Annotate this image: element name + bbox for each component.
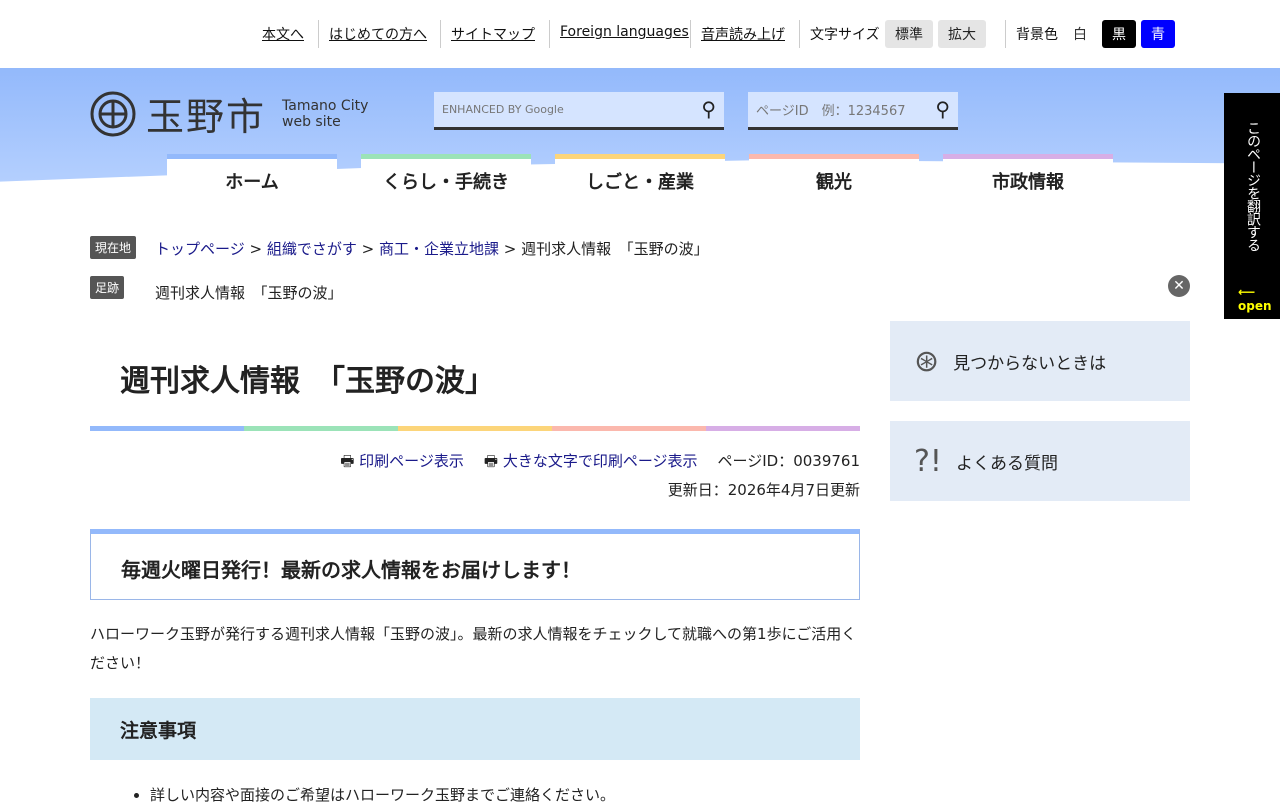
printer-icon: 🖶 — [483, 452, 499, 470]
page-title: 週刊求人情報 「玉野の波」 — [120, 364, 495, 399]
bg-white-button[interactable]: 白 — [1066, 20, 1094, 48]
not-found-button[interactable]: ⊛ 見つからないときは — [890, 321, 1190, 401]
page-tools: 🖶 印刷ページ表示 🖶 大きな文字で印刷ページ表示 ページID：0039761 — [340, 450, 860, 476]
site-logo[interactable]: 玉野市 Tamano City web site — [90, 86, 368, 141]
lead-heading: 毎週火曜日発行！最新の求人情報をお届けします！ — [90, 529, 860, 600]
section-heading: 注意事項 — [90, 698, 860, 760]
city-emblem-icon — [90, 91, 136, 136]
breadcrumb-organization[interactable]: 組織でさがす — [267, 240, 357, 258]
divider — [690, 20, 691, 48]
faq-icon: ?! — [914, 443, 942, 479]
body-text: ハローワーク玉野が発行する週刊求人情報「玉野の波」。最新の求人情報をチェックして… — [90, 625, 857, 672]
list-item: 詳しい内容や面接のご希望はハローワーク玉野までご連絡ください。 — [150, 784, 615, 805]
font-size-label: 文字サイズ — [810, 27, 880, 43]
nav-home[interactable]: ホーム — [167, 154, 337, 196]
nav-city-info[interactable]: 市政情報 — [943, 154, 1113, 196]
breadcrumb: トップページ > 組織でさがす > 商工・企業立地課 > 週刊求人情報 「玉野の… — [155, 240, 709, 258]
nav-tourism[interactable]: 観光 — [749, 154, 919, 196]
utility-bar: 本文へ はじめての方へ サイトマップ Foreign languages 音声読… — [0, 0, 1280, 68]
breadcrumb-department[interactable]: 商工・企業立地課 — [379, 240, 499, 258]
search-icon[interactable]: ⚲ — [701, 97, 716, 121]
translate-panel[interactable]: このページを翻訳する ⟵ open — [1224, 93, 1280, 319]
bg-color-label: 背景色 — [1016, 27, 1058, 43]
printer-icon: 🖶 — [340, 452, 355, 470]
page-id-input[interactable]: ページID 例：1234567 ⚲ — [748, 92, 958, 130]
font-large-button[interactable]: 拡大 — [938, 20, 986, 48]
notice-list: 詳しい内容や面接のご希望はハローワーク玉野までご連絡ください。 — [150, 784, 615, 805]
bg-blue-button[interactable]: 青 — [1141, 20, 1175, 48]
font-standard-button[interactable]: 標準 — [885, 20, 933, 48]
title-underline — [90, 426, 860, 431]
divider — [799, 20, 800, 48]
print-large-link[interactable]: 大きな文字で印刷ページ表示 — [503, 452, 698, 470]
search-icon[interactable]: ⚲ — [935, 97, 950, 121]
foreign-languages-link[interactable]: Foreign languages — [560, 24, 689, 40]
faq-button[interactable]: ?! よくある質問 — [890, 421, 1190, 501]
divider — [318, 20, 319, 48]
search-help-icon: ⊛ — [914, 343, 940, 379]
print-link[interactable]: 印刷ページ表示 — [359, 452, 464, 470]
google-search-input[interactable]: ENHANCED BY Google ⚲ — [434, 92, 724, 130]
footprint-item[interactable]: 週刊求人情報 「玉野の波」 — [155, 282, 343, 303]
current-location-tag: 現在地 — [90, 236, 137, 259]
skip-link[interactable]: 本文へ — [262, 24, 304, 44]
page-id: ページID：0039761 — [717, 452, 860, 470]
beginners-link[interactable]: はじめての方へ — [329, 24, 427, 44]
translate-label: このページを翻訳する — [1245, 121, 1261, 251]
updated-date: 更新日：2026年4月7日更新 — [667, 481, 860, 499]
divider — [440, 20, 441, 48]
divider — [1005, 20, 1006, 48]
sitemap-link[interactable]: サイトマップ — [451, 24, 535, 44]
logo-text: 玉野市 — [146, 95, 267, 139]
footprint-tag: 足跡 — [90, 276, 125, 299]
close-icon[interactable]: ✕ — [1168, 275, 1190, 297]
divider — [549, 20, 550, 48]
read-aloud-link[interactable]: 音声読み上げ — [701, 24, 785, 44]
bg-black-button[interactable]: 黒 — [1102, 20, 1136, 48]
open-label: ⟵ open — [1238, 285, 1272, 313]
logo-subtitle: Tamano City web site — [282, 97, 369, 130]
nav-business[interactable]: しごと・産業 — [555, 154, 725, 196]
nav-living[interactable]: くらし・手続き — [361, 154, 531, 196]
breadcrumb-top[interactable]: トップページ — [155, 240, 245, 258]
